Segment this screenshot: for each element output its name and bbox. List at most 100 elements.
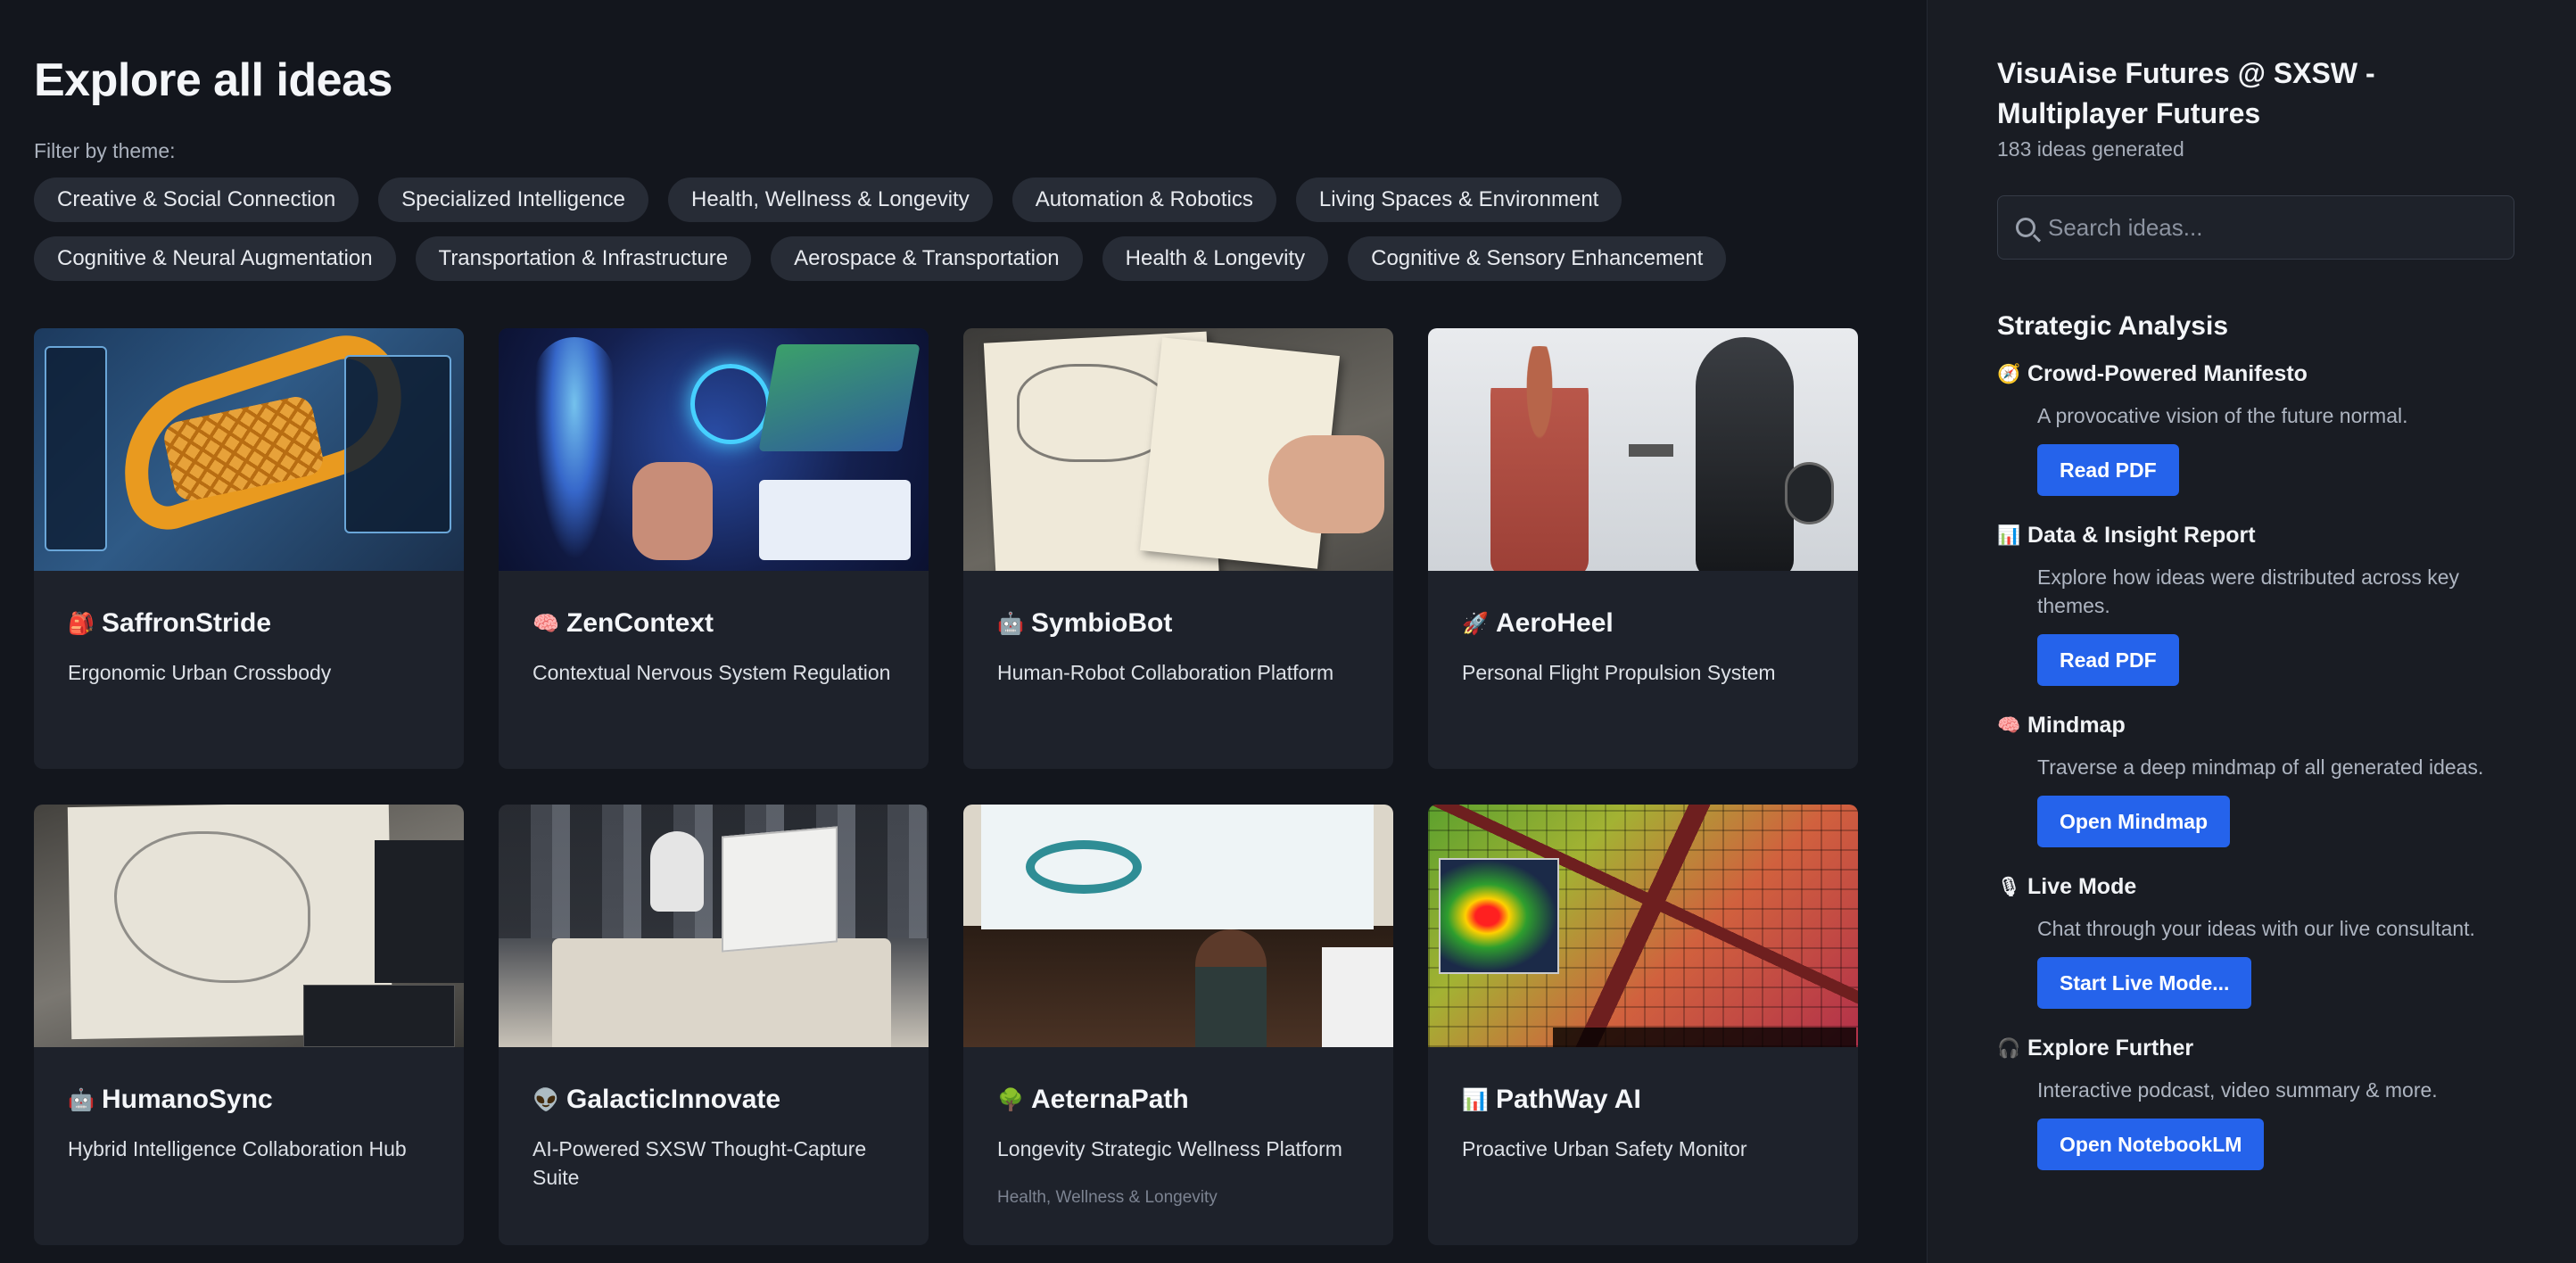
analysis-item-mindmap: 🧠 Mindmap Traverse a deep mindmap of all… (1997, 713, 2522, 847)
idea-description: Longevity Strategic Wellness Platform (997, 1137, 1342, 1160)
idea-card[interactable]: 🧠 ZenContext Contextual Nervous System R… (499, 328, 929, 769)
idea-title-text: PathWay AI (1496, 1085, 1641, 1114)
idea-description: AI-Powered SXSW Thought-Capture Suite (533, 1137, 867, 1189)
idea-grid: 🎒 SaffronStride Ergonomic Urban Crossbod… (34, 328, 1858, 1245)
idea-title-text: ZenContext (566, 608, 714, 638)
idea-description: Human-Robot Collaboration Platform (997, 661, 1334, 684)
idea-image (963, 328, 1393, 571)
idea-card[interactable]: 🚀 AeroHeel Personal Flight Propulsion Sy… (1428, 328, 1858, 769)
analysis-item-title-text: Data & Insight Report (2027, 523, 2256, 548)
idea-title: 📊 PathWay AI (1462, 1085, 1824, 1115)
idea-image (34, 805, 464, 1047)
microphone-icon: 🎙 (1997, 876, 2021, 897)
compass-icon: 🧭 (1997, 363, 2021, 384)
idea-title: 🤖 SymbioBot (997, 608, 1359, 639)
idea-card[interactable]: 👽 GalacticInnovate AI-Powered SXSW Thoug… (499, 805, 929, 1245)
analysis-item-title-text: Explore Further (2027, 1036, 2194, 1061)
analysis-item-title: 🧠 Mindmap (1997, 713, 2522, 739)
brain-icon: 🧠 (1997, 714, 2021, 736)
analysis-item-explore-further: 🎧 Explore Further Interactive podcast, v… (1997, 1036, 2522, 1170)
idea-card[interactable]: 🤖 HumanoSync Hybrid Intelligence Collabo… (34, 805, 464, 1245)
idea-image (34, 328, 464, 571)
theme-chip[interactable]: Automation & Robotics (1011, 177, 1276, 222)
analysis-item-report: 📊 Data & Insight Report Explore how idea… (1997, 523, 2522, 686)
theme-chip[interactable]: Transportation & Infrastructure (415, 236, 752, 281)
robot-icon: 🤖 (997, 611, 1024, 636)
idea-description: Ergonomic Urban Crossbody (68, 661, 332, 684)
analysis-item-title-text: Crowd-Powered Manifesto (2027, 361, 2308, 386)
theme-chip[interactable]: Cognitive & Sensory Enhancement (1348, 236, 1727, 281)
idea-title-text: AeternaPath (1031, 1085, 1189, 1114)
theme-chip[interactable]: Aerospace & Transportation (771, 236, 1083, 281)
theme-chip[interactable]: Cognitive & Neural Augmentation (34, 236, 396, 281)
search-icon (2016, 218, 2035, 237)
page-title: Explore all ideas (34, 54, 392, 106)
headphones-icon: 🎧 (1997, 1037, 2021, 1059)
idea-title-text: HumanoSync (102, 1085, 273, 1114)
analysis-item-live-mode: 🎙 Live Mode Chat through your ideas with… (1997, 874, 2522, 1009)
sidebar: VisuAise Futures @ SXSW - Multiplayer Fu… (1927, 0, 2576, 1263)
read-pdf-button[interactable]: Read PDF (2037, 634, 2179, 686)
analysis-item-description: Interactive podcast, video summary & mor… (2037, 1078, 2438, 1102)
idea-description: Contextual Nervous System Regulation (533, 661, 891, 684)
theme-chip[interactable]: Creative & Social Connection (34, 177, 359, 222)
analysis-item-title-text: Mindmap (2027, 713, 2126, 738)
idea-title-text: SymbioBot (1031, 608, 1173, 638)
idea-description: Proactive Urban Safety Monitor (1462, 1137, 1747, 1160)
idea-title: 🚀 AeroHeel (1462, 608, 1824, 639)
alien-icon: 👽 (533, 1087, 559, 1112)
idea-title: 🎒 SaffronStride (68, 608, 430, 639)
theme-chip[interactable]: Health, Wellness & Longevity (668, 177, 993, 222)
bar-chart-icon: 📊 (1462, 1087, 1489, 1112)
analysis-item-description: A provocative vision of the future norma… (2037, 404, 2408, 427)
theme-chip[interactable]: Living Spaces & Environment (1295, 177, 1622, 222)
search-box[interactable] (1997, 195, 2514, 260)
analysis-item-title: 📊 Data & Insight Report (1997, 523, 2522, 549)
start-live-mode-button[interactable]: Start Live Mode... (2037, 957, 2252, 1009)
backpack-icon: 🎒 (68, 611, 95, 636)
idea-title-text: GalacticInnovate (566, 1085, 781, 1114)
idea-count: 183 ideas generated (1997, 137, 2184, 161)
idea-card[interactable]: 🤖 SymbioBot Human-Robot Collaboration Pl… (963, 328, 1393, 769)
app-page: Explore all ideas Filter by theme: Creat… (0, 0, 2576, 1263)
idea-title: 🤖 HumanoSync (68, 1085, 430, 1115)
idea-card[interactable]: 📊 PathWay AI Proactive Urban Safety Moni… (1428, 805, 1858, 1245)
robot-icon: 🤖 (68, 1087, 95, 1112)
theme-chip[interactable]: Health & Longevity (1102, 236, 1329, 281)
analysis-item-title-text: Live Mode (2027, 874, 2137, 899)
open-notebooklm-button[interactable]: Open NotebookLM (2037, 1119, 2265, 1170)
main-content: Explore all ideas Filter by theme: Creat… (0, 0, 1927, 1263)
filter-label: Filter by theme: (34, 139, 176, 162)
idea-image (499, 328, 929, 571)
idea-theme-tag: Health, Wellness & Longevity (997, 1188, 1218, 1207)
idea-title: 🧠 ZenContext (533, 608, 895, 639)
idea-title-text: SaffronStride (102, 608, 272, 638)
idea-title: 👽 GalacticInnovate (533, 1085, 895, 1115)
idea-card[interactable]: 🎒 SaffronStride Ergonomic Urban Crossbod… (34, 328, 464, 769)
analysis-item-description: Chat through your ideas with our live co… (2037, 917, 2475, 940)
rocket-icon: 🚀 (1462, 611, 1489, 636)
tree-icon: 🌳 (997, 1087, 1024, 1112)
idea-description: Hybrid Intelligence Collaboration Hub (68, 1137, 407, 1160)
idea-title-text: AeroHeel (1496, 608, 1614, 638)
bar-chart-icon: 📊 (1997, 524, 2021, 546)
analysis-item-description: Explore how ideas were distributed acros… (2037, 565, 2460, 617)
idea-description: Personal Flight Propulsion System (1462, 661, 1776, 684)
theme-chip[interactable]: Specialized Intelligence (378, 177, 648, 222)
strategic-analysis-heading: Strategic Analysis (1997, 311, 2228, 341)
project-title: VisuAise Futures @ SXSW - Multiplayer Fu… (1997, 57, 2375, 129)
analysis-item-title: 🎙 Live Mode (1997, 874, 2522, 900)
open-mindmap-button[interactable]: Open Mindmap (2037, 796, 2231, 847)
analysis-item-manifesto: 🧭 Crowd-Powered Manifesto A provocative … (1997, 361, 2522, 496)
idea-image (1428, 805, 1858, 1047)
idea-image (963, 805, 1393, 1047)
analysis-item-title: 🧭 Crowd-Powered Manifesto (1997, 361, 2522, 387)
idea-image (1428, 328, 1858, 571)
search-input[interactable] (2048, 213, 2514, 242)
analysis-item-title: 🎧 Explore Further (1997, 1036, 2522, 1061)
idea-title: 🌳 AeternaPath (997, 1085, 1359, 1115)
read-pdf-button[interactable]: Read PDF (2037, 444, 2179, 496)
idea-card[interactable]: 🌳 AeternaPath Longevity Strategic Wellne… (963, 805, 1393, 1245)
theme-filter-chips: Creative & Social Connection Specialized… (34, 177, 1809, 281)
brain-icon: 🧠 (533, 611, 559, 636)
